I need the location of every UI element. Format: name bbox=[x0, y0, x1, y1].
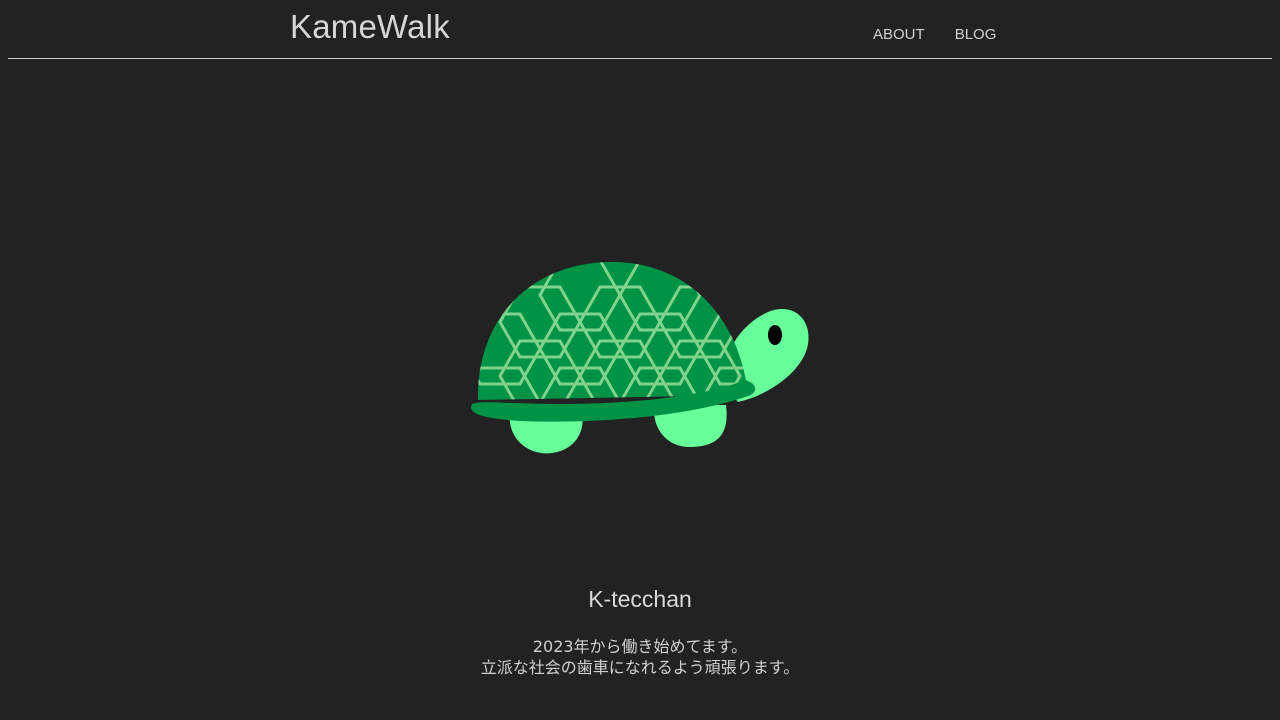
bio-line: 2023年から働き始めてます。 bbox=[532, 637, 748, 656]
profile-bio: 2023年から働き始めてます。 立派な社会の歯車になれるよう頑張ります。 bbox=[0, 636, 1280, 678]
site-title-link[interactable]: KameWalk bbox=[290, 8, 450, 46]
site-header: KameWalk ABOUT BLOG bbox=[0, 0, 1280, 59]
nav-blog-link[interactable]: BLOG bbox=[955, 26, 997, 43]
nav-about-link[interactable]: ABOUT bbox=[873, 26, 925, 43]
header-divider bbox=[8, 58, 1272, 59]
profile-name: K-tecchan bbox=[588, 586, 692, 612]
bio-line: 立派な社会の歯車になれるよう頑張ります。 bbox=[480, 658, 800, 677]
turtle-icon bbox=[465, 255, 815, 460]
main-nav: ABOUT BLOG bbox=[873, 26, 996, 43]
turtle-eye-icon bbox=[768, 325, 782, 345]
